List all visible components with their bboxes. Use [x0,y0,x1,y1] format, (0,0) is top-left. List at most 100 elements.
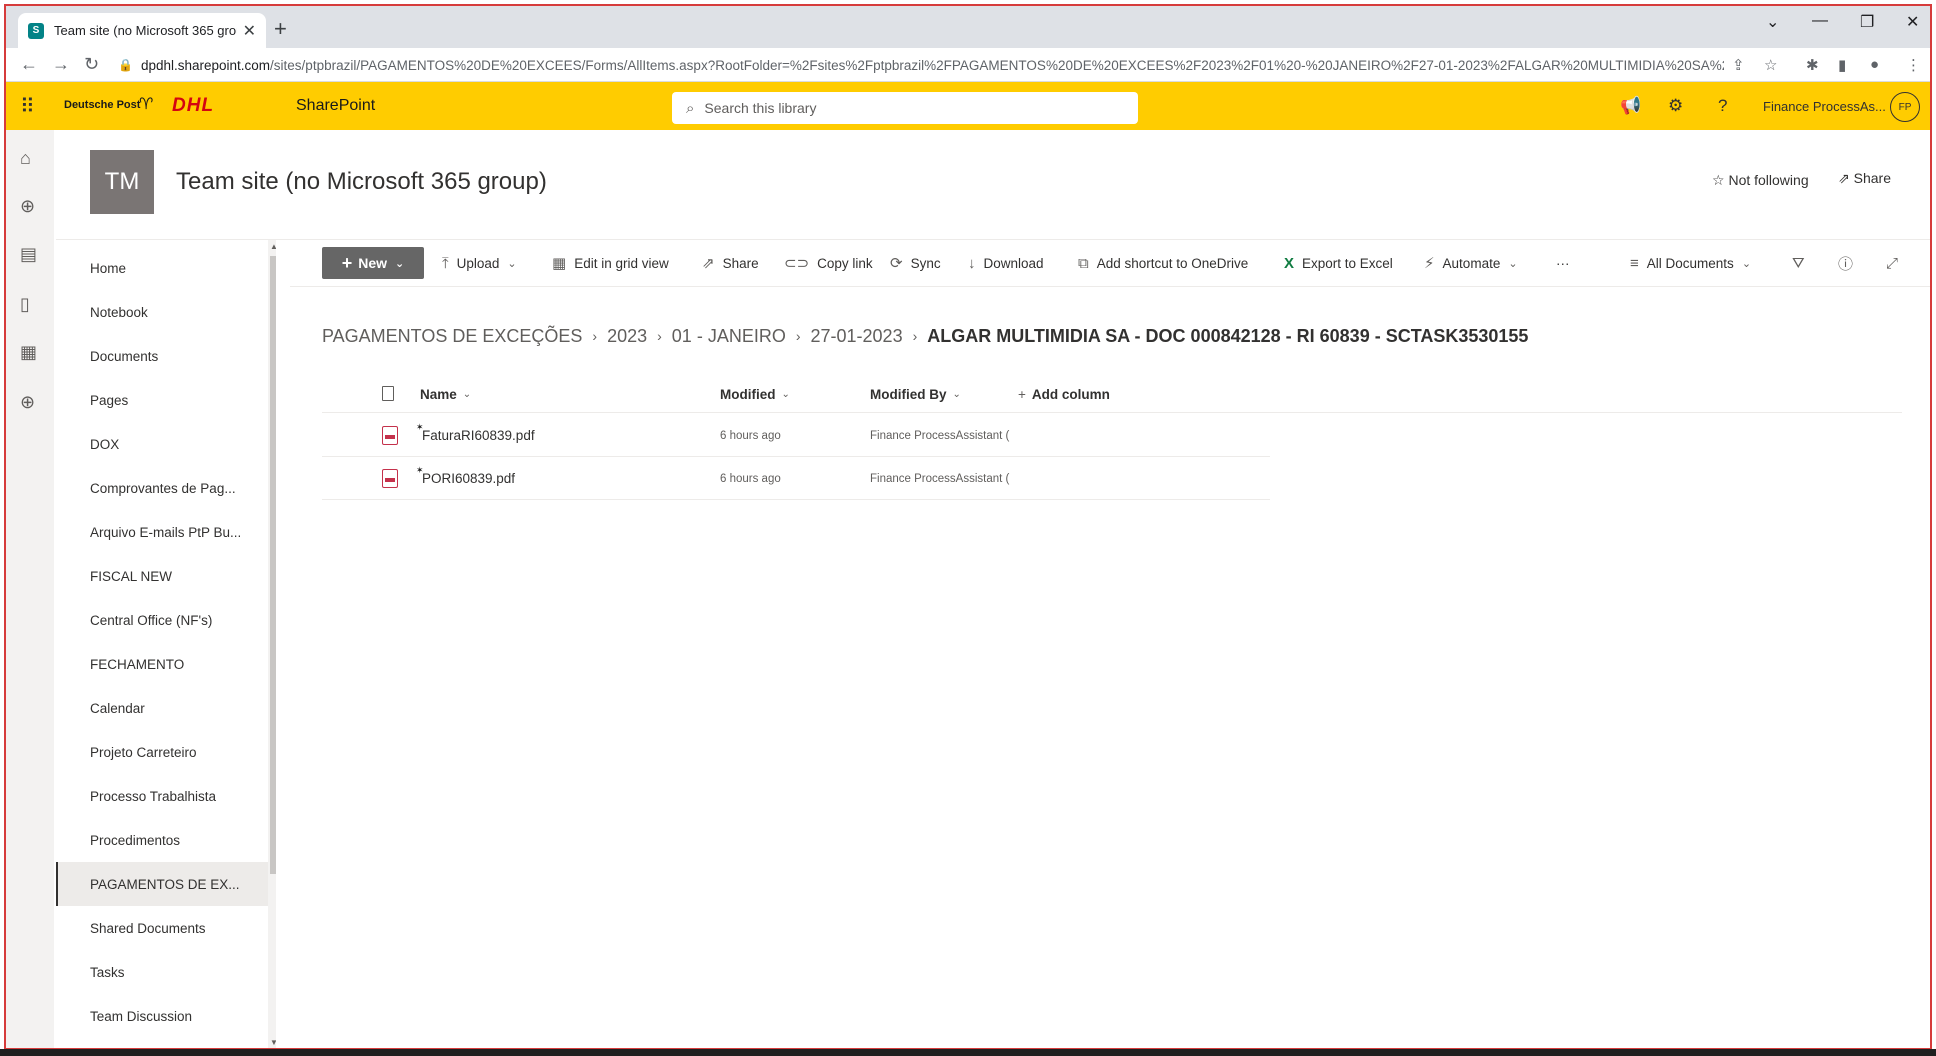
suite-bar: ⠿ Deutsche Post ♈ DHL SharePoint ⌕ Searc… [6,82,1930,130]
nav-item[interactable]: Notebook [56,290,268,334]
forward-icon[interactable]: → [52,54,70,75]
tab-title: Team site (no Microsoft 365 grou [54,23,237,38]
nav-item[interactable]: Pages [56,378,268,422]
share-button[interactable]: ⇗ Share [702,246,759,280]
add-column-button[interactable]: + Add column [1018,378,1110,410]
search-icon: ⌕ [686,99,695,117]
nav-item[interactable]: Projeto Carreteiro [56,730,268,774]
app-launcher-icon[interactable]: ⠿ [20,94,35,119]
breadcrumb-item[interactable]: 27-01-2023 [811,326,903,347]
nav-item[interactable]: DOX [56,422,268,466]
restore-icon[interactable]: ❐ [1860,12,1874,32]
side-panel-icon[interactable]: ▮ [1838,56,1846,74]
sharepoint-favicon-icon: S [28,22,44,39]
modified-by-value[interactable]: Finance ProcessAssistant ( [870,430,1009,442]
nav-item[interactable]: Central Office (NF's) [56,598,268,642]
nav-item-selected[interactable]: PAGAMENTOS DE EX... [56,862,268,906]
profile-icon[interactable]: ● [1870,56,1879,73]
table-row[interactable]: ✶ FaturaRI60839.pdf 6 hours ago Finance … [322,414,1270,457]
close-tab-icon[interactable]: ✕ [243,21,256,41]
filter-button[interactable]: ⛛ [1792,246,1813,280]
nav-item[interactable]: FECHAMENTO [56,642,268,686]
extensions-icon[interactable]: ✱ [1806,56,1819,74]
column-header-modified-by[interactable]: Modified By ⌄ [870,378,961,410]
chevron-down-icon: ⌄ [781,388,790,400]
new-button[interactable]: + New ⌄ [322,247,424,279]
bookmark-star-icon[interactable]: ☆ [1764,56,1777,74]
globe-icon[interactable]: ⊕ [20,196,35,217]
avatar[interactable]: FP [1890,92,1920,122]
nav-item[interactable]: Home [56,246,268,290]
nav-item[interactable]: Calendar [56,686,268,730]
follow-button[interactable]: ☆ Not following [1712,172,1809,189]
expand-button[interactable]: ⤢ [1886,246,1906,280]
share-page-icon[interactable]: ⇪ [1732,56,1745,74]
address-bar[interactable]: 🔒 dpdhl.sharepoint.com /sites/ptpbrazil/… [118,52,1724,78]
breadcrumb-item[interactable]: 2023 [607,326,647,347]
sync-button[interactable]: ⟳ Sync [890,246,941,280]
export-excel-button[interactable]: X Export to Excel [1284,246,1393,280]
column-header-modified[interactable]: Modified ⌄ [720,378,790,410]
site-share-button[interactable]: ⇗ Share [1838,170,1891,187]
gear-icon[interactable]: ⚙ [1668,96,1683,116]
nav-item-label: Central Office (NF's) [90,612,213,628]
edit-grid-button[interactable]: ▦ Edit in grid view [552,246,669,280]
nav-item[interactable]: Documents [56,334,268,378]
nav-item[interactable]: Procedimentos [56,818,268,862]
file-icon[interactable]: ▯ [20,294,30,315]
reload-icon[interactable]: ↻ [84,54,99,75]
news-icon[interactable]: ▤ [20,244,37,265]
site-logo[interactable]: TM [90,150,154,214]
file-name-link[interactable]: FaturaRI60839.pdf [422,428,535,443]
new-tab-icon[interactable]: + [274,16,287,42]
file-type-icon[interactable] [382,386,394,401]
menu-kebab-icon[interactable]: ⋮ [1906,56,1921,74]
expand-icon: ⤢ [1886,254,1899,272]
nav-item[interactable]: FISCAL NEW [56,554,268,598]
nav-scrollbar[interactable]: ▲ ▼ [268,240,276,1048]
help-icon[interactable]: ? [1718,96,1727,116]
list-icon[interactable]: ▦ [20,342,37,363]
site-title[interactable]: Team site (no Microsoft 365 group) [176,168,547,196]
taskbar [0,1049,1936,1056]
back-icon[interactable]: ← [20,54,38,75]
nav-item[interactable]: Processo Trabalhista [56,774,268,818]
nav-item[interactable]: Comprovantes de Pag... [56,466,268,510]
browser-window: S Team site (no Microsoft 365 grou ✕ + ⌄… [4,4,1932,1050]
modified-by-value[interactable]: Finance ProcessAssistant ( [870,473,1009,485]
sharepoint-app-name[interactable]: SharePoint [296,97,375,115]
tab-search-chevron-icon[interactable]: ⌄ [1766,12,1779,32]
upload-label: Upload [456,255,500,271]
search-input[interactable]: ⌕ Search this library [672,92,1138,124]
scroll-down-icon[interactable]: ▼ [270,1038,276,1047]
copy-link-button[interactable]: ⊂⊃ Copy link [784,246,873,280]
nav-item[interactable]: Shared Documents [56,906,268,950]
automate-button[interactable]: ⚡ Automate ⌄ [1424,246,1518,280]
view-selector[interactable]: ≡ All Documents ⌄ [1630,246,1751,280]
close-window-icon[interactable]: ✕ [1906,12,1919,32]
browser-tab[interactable]: S Team site (no Microsoft 365 grou ✕ [18,13,266,48]
create-icon[interactable]: ⊕ [20,392,35,413]
scroll-up-icon[interactable]: ▲ [270,242,276,251]
home-icon[interactable]: ⌂ [20,148,31,169]
breadcrumb-item[interactable]: PAGAMENTOS DE EXCEÇÕES [322,326,582,347]
minimize-icon[interactable]: — [1812,12,1828,30]
deutsche-post-logo: Deutsche Post [64,99,141,111]
nav-item[interactable]: Arquivo E-mails PtP Bu... [56,510,268,554]
file-name-link[interactable]: PORI60839.pdf [422,471,515,486]
scrollbar-thumb[interactable] [270,256,276,874]
url-host: dpdhl.sharepoint.com [140,57,271,73]
megaphone-icon[interactable]: 📢 [1620,96,1641,116]
info-button[interactable]: ⓘ [1838,246,1861,280]
more-commands-button[interactable]: ··· [1556,246,1570,280]
nav-item[interactable]: Tasks [56,950,268,994]
table-row[interactable]: ✶ PORI60839.pdf 6 hours ago Finance Proc… [322,457,1270,500]
download-icon: ↓ [968,254,976,272]
breadcrumb-item[interactable]: 01 - JANEIRO [672,326,786,347]
user-name[interactable]: Finance ProcessAs... [1763,99,1886,114]
nav-item[interactable]: Team Discussion [56,994,268,1038]
download-button[interactable]: ↓ Download [968,246,1044,280]
add-shortcut-button[interactable]: ⧉ Add shortcut to OneDrive [1078,246,1248,280]
column-header-name[interactable]: Name ⌄ [420,378,471,410]
upload-button[interactable]: ⤒ Upload ⌄ [442,246,517,280]
